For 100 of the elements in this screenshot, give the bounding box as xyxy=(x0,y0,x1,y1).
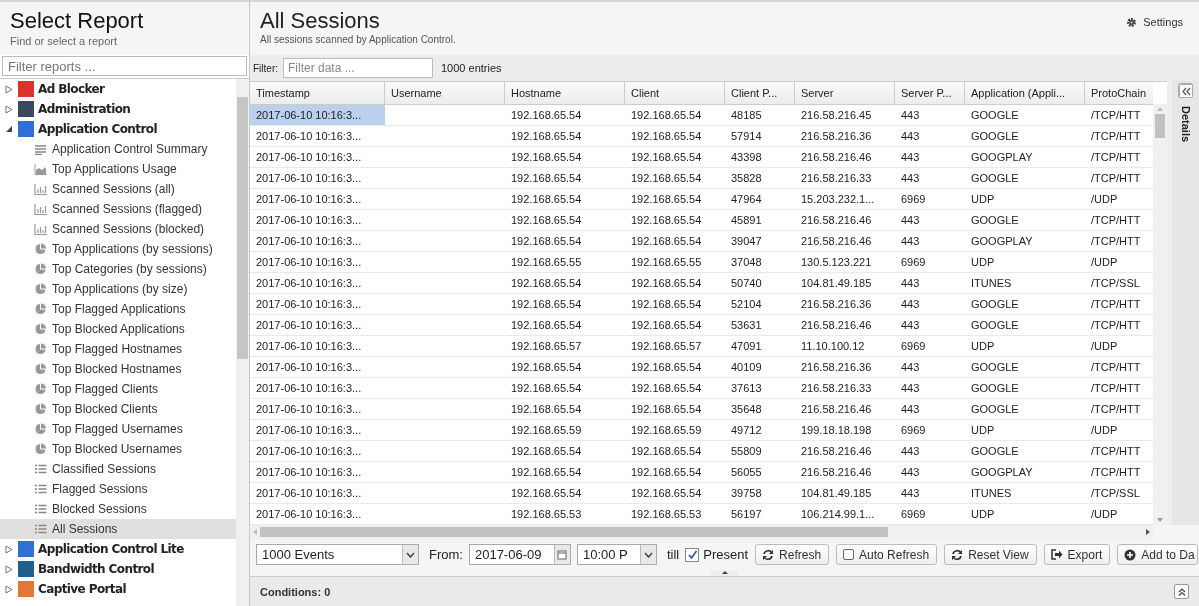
table-cell: /TCP/HTT xyxy=(1091,172,1141,184)
tree-group[interactable]: Administration xyxy=(38,102,131,116)
report-item[interactable]: Top Blocked Hostnames xyxy=(0,359,236,379)
column-header[interactable]: Application (Appli... xyxy=(965,82,1085,104)
table-cell: 192.168.65.54 xyxy=(631,172,702,184)
expand-icon[interactable] xyxy=(5,564,14,574)
calendar-icon[interactable] xyxy=(557,549,568,560)
lines-icon xyxy=(34,143,47,155)
settings-button[interactable]: Settings xyxy=(1120,8,1189,36)
filter-reports-field[interactable]: Filter reports ... xyxy=(2,56,247,76)
details-tab[interactable]: Details xyxy=(1179,106,1192,143)
tree-group[interactable]: Bandwidth Control xyxy=(38,562,155,576)
expand-icon[interactable] xyxy=(5,84,14,94)
report-item[interactable]: Application Control Summary xyxy=(0,139,236,159)
toolbar-button[interactable]: Auto Refresh xyxy=(836,544,938,565)
report-item[interactable]: Scanned Sessions (flagged) xyxy=(0,199,236,219)
checkbox[interactable] xyxy=(843,549,855,560)
table-cell: 6969 xyxy=(901,424,926,436)
report-item[interactable]: Top Applications (by sessions) xyxy=(0,239,236,259)
report-item[interactable]: Top Categories (by sessions) xyxy=(0,259,236,279)
column-header[interactable]: Client xyxy=(625,82,725,104)
table-cell-text: 2017-06-10 10:16:3... xyxy=(255,465,363,480)
table-cell: 443 xyxy=(901,487,920,499)
report-item[interactable]: Top Blocked Usernames xyxy=(0,439,236,459)
report-item[interactable]: Top Blocked Applications xyxy=(0,319,236,339)
report-item[interactable]: Top Blocked Clients xyxy=(0,399,236,419)
tree-group[interactable]: Application Control xyxy=(38,122,157,136)
report-item[interactable]: Top Flagged Usernames xyxy=(0,419,236,439)
column-header[interactable]: Client P... xyxy=(725,82,795,104)
filter-data-field[interactable]: Filter data ... xyxy=(283,58,433,78)
scrollbar[interactable] xyxy=(1153,104,1167,525)
expand-icon[interactable] xyxy=(5,584,14,594)
toolbar-button[interactable]: Refresh xyxy=(755,544,830,565)
time-dropdown[interactable]: 10:00 P xyxy=(576,544,657,565)
table-cell: 53631 xyxy=(731,319,762,331)
tree-group[interactable]: Application Control Lite xyxy=(38,542,184,556)
pie-chart-icon xyxy=(34,423,47,435)
collapse-icon[interactable] xyxy=(5,125,14,133)
toolbar-button[interactable]: Reset View xyxy=(944,544,1037,565)
column-header[interactable]: ProtoChain xyxy=(1085,82,1153,104)
report-item[interactable]: Scanned Sessions (all) xyxy=(0,179,236,199)
table-cell: 43398 xyxy=(731,151,762,163)
table-cell: 192.168.65.53 xyxy=(631,508,702,520)
table-cell: 192.168.65.54 xyxy=(631,466,702,478)
present-checkbox[interactable] xyxy=(685,547,700,562)
table-cell: 37048 xyxy=(731,256,762,268)
collapse-icon[interactable] xyxy=(1178,83,1193,98)
tree-group[interactable]: Ad Blocker xyxy=(38,82,105,96)
toolbar-button[interactable]: Export xyxy=(1043,544,1111,565)
table-cell: 6969 xyxy=(901,193,926,205)
scroll-thumb[interactable] xyxy=(260,527,888,537)
report-item[interactable]: Top Flagged Applications xyxy=(0,299,236,319)
table-cell: /TCP/HTT xyxy=(1091,466,1141,478)
table-cell: 39758 xyxy=(731,487,762,499)
column-header[interactable]: Server P... xyxy=(895,82,965,104)
conditions-header[interactable]: Conditions: 0 xyxy=(260,585,331,598)
table-cell: 104.81.49.185 xyxy=(801,277,872,289)
table-cell: 47964 xyxy=(731,193,762,205)
report-item[interactable]: Scanned Sessions (blocked) xyxy=(0,219,236,239)
list-icon xyxy=(34,503,47,515)
report-item[interactable]: Top Applications (by size) xyxy=(0,279,236,299)
column-header[interactable]: Server xyxy=(795,82,895,104)
pie-chart-icon xyxy=(34,343,47,355)
report-item[interactable]: Classified Sessions xyxy=(0,459,236,479)
table-cell: /TCP/HTT xyxy=(1091,235,1141,247)
table-cell: 443 xyxy=(901,235,920,247)
table-cell: /TCP/HTT xyxy=(1091,109,1141,121)
table-cell: GOOGPLAY xyxy=(971,151,1033,163)
table-cell-text: 2017-06-10 10:16:3... xyxy=(255,339,363,354)
expand-icon[interactable] xyxy=(5,104,14,114)
events-dropdown[interactable]: 1000 Events xyxy=(256,544,419,565)
column-header[interactable]: Hostname xyxy=(505,82,625,104)
report-item[interactable]: Top Flagged Clients xyxy=(0,379,236,399)
toolbar-button[interactable]: Add to Da xyxy=(1117,544,1198,565)
expand-icon[interactable] xyxy=(1174,584,1189,599)
column-header[interactable]: Username xyxy=(385,82,505,104)
report-item[interactable]: Top Applications Usage xyxy=(0,159,236,179)
scrollbar[interactable] xyxy=(236,79,249,606)
tree-group[interactable]: Captive Portal xyxy=(38,582,126,596)
scroll-thumb[interactable] xyxy=(237,97,248,359)
splitter-handle[interactable] xyxy=(710,570,739,576)
dropdown-icon[interactable] xyxy=(643,551,653,558)
table-cell: GOOGLE xyxy=(971,319,1019,331)
scrollbar[interactable] xyxy=(250,525,1153,539)
table-cell-text: 2017-06-10 10:16:3... xyxy=(255,507,363,522)
refresh-icon xyxy=(762,548,775,561)
report-item[interactable]: Top Flagged Hostnames xyxy=(0,339,236,359)
table-cell: 104.81.49.185 xyxy=(801,487,872,499)
report-item[interactable]: Flagged Sessions xyxy=(0,479,236,499)
column-header[interactable]: Timestamp xyxy=(250,82,385,104)
report-item[interactable]: Blocked Sessions xyxy=(0,499,236,519)
date-field[interactable]: 2017-06-09 xyxy=(468,544,571,565)
dropdown-icon[interactable] xyxy=(406,551,415,558)
table-cell: 192.168.65.54 xyxy=(511,235,582,247)
report-item[interactable]: All Sessions xyxy=(0,519,236,539)
expand-icon[interactable] xyxy=(5,544,14,554)
scroll-thumb[interactable] xyxy=(1155,114,1165,138)
table-cell: 192.168.65.54 xyxy=(631,214,702,226)
table-cell: GOOGLE xyxy=(971,109,1019,121)
app-icon xyxy=(18,581,34,597)
